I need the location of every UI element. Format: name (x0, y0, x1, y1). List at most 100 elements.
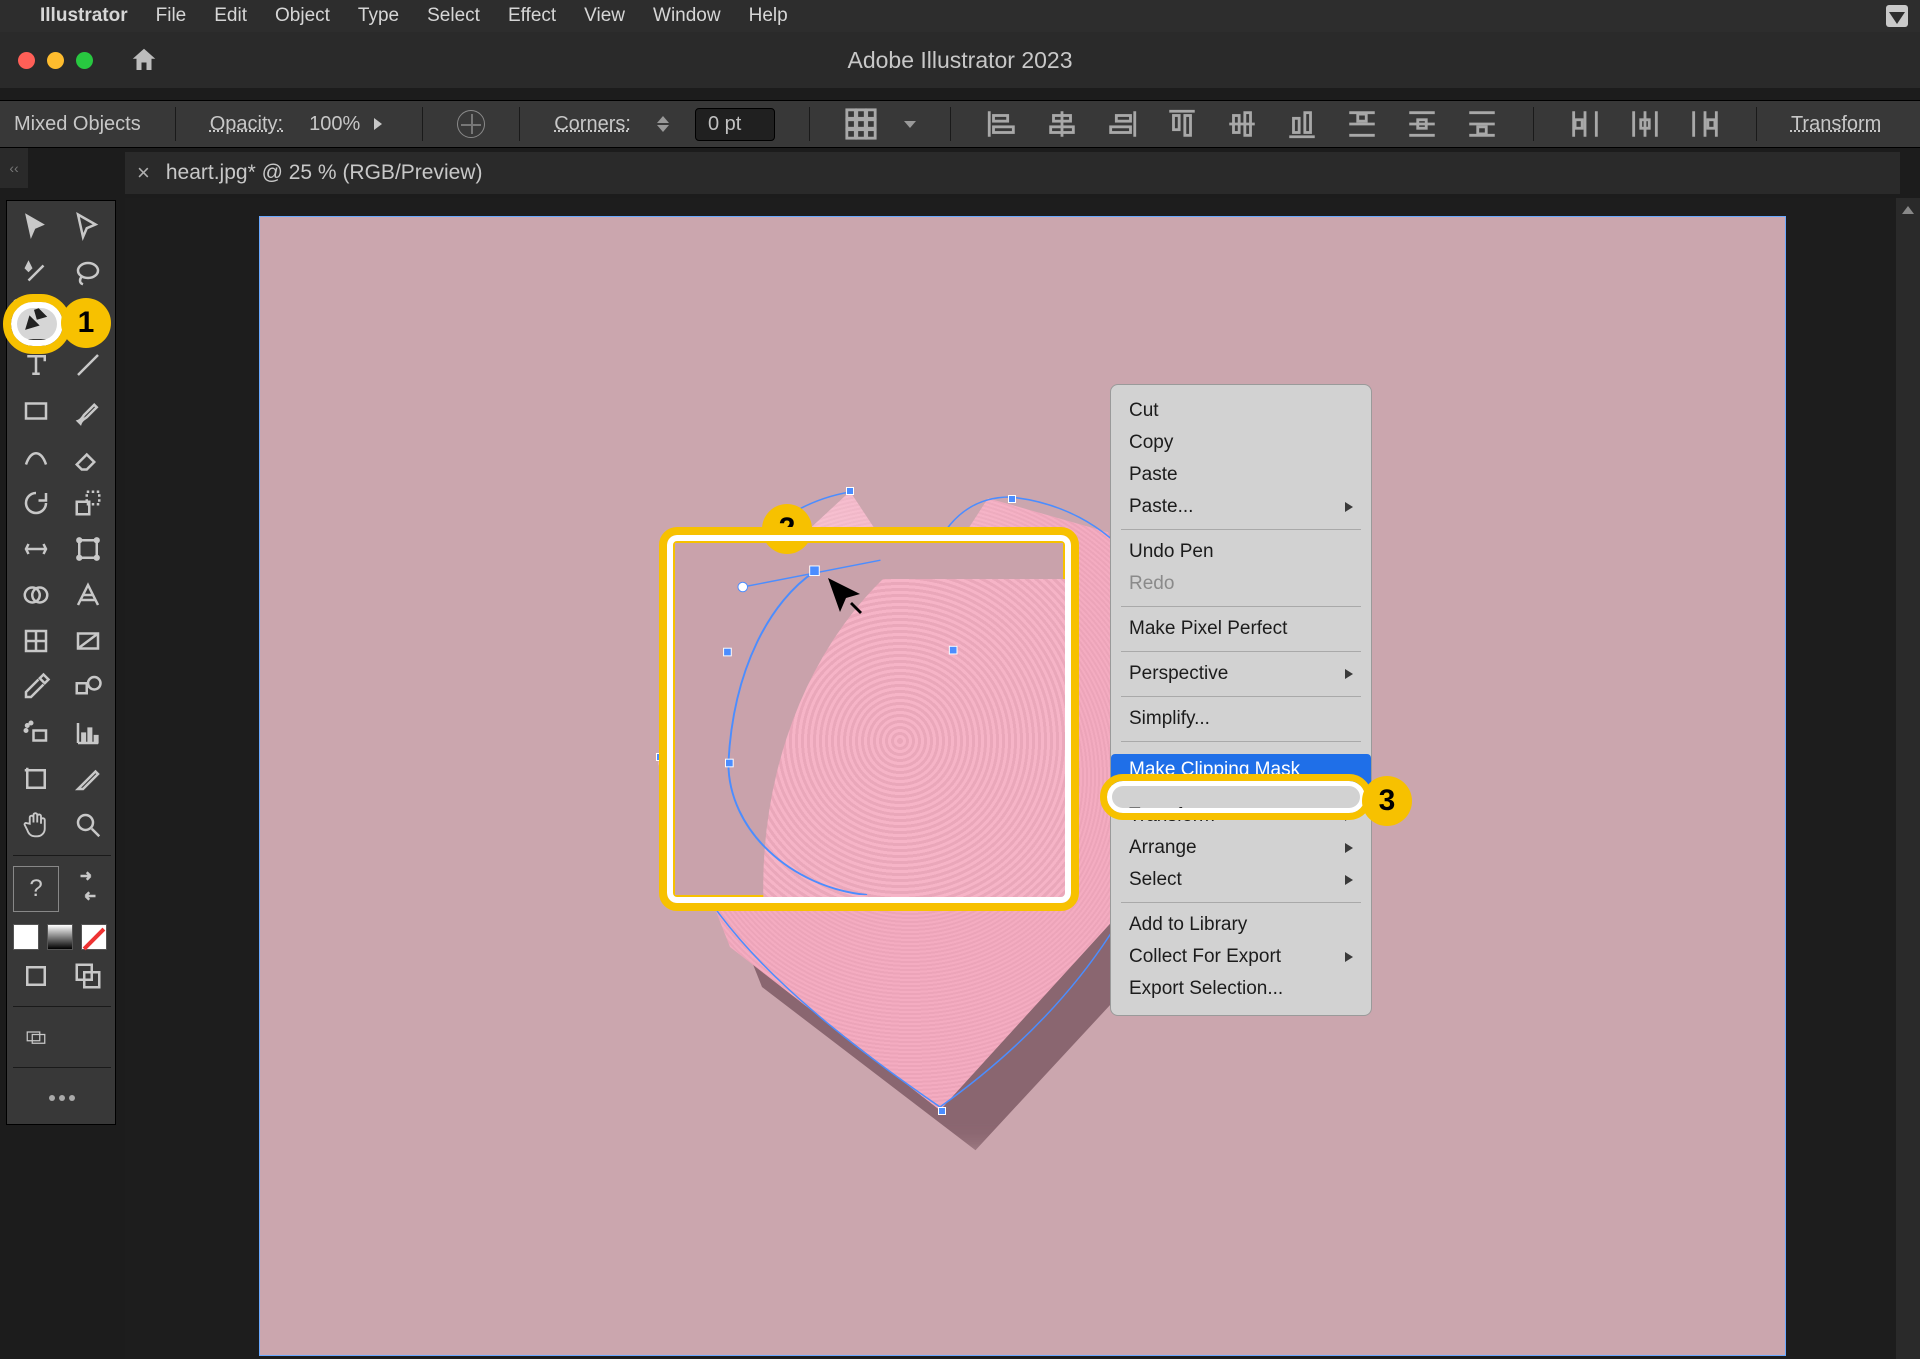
align-bottom-icon[interactable] (1285, 107, 1319, 141)
menu-view[interactable]: View (584, 5, 625, 27)
direct-selection-tool[interactable] (65, 207, 111, 247)
line-tool[interactable] (65, 345, 111, 385)
callout-badge-3: 3 (1362, 776, 1412, 826)
ctx-simplify[interactable]: Simplify... (1111, 703, 1371, 735)
align-hcenter-icon[interactable] (1045, 107, 1079, 141)
anchor-point[interactable] (846, 487, 854, 495)
chevron-right-icon (1345, 843, 1353, 853)
screen-mode-icon[interactable] (13, 1017, 59, 1057)
hand-tool[interactable] (13, 805, 59, 845)
gradient-tool[interactable] (65, 621, 111, 661)
ctx-select[interactable]: Select (1111, 864, 1371, 896)
ctx-paste[interactable]: Paste (1111, 459, 1371, 491)
ctx-redo: Redo (1111, 568, 1371, 600)
perspective-grid-tool[interactable] (65, 575, 111, 615)
paintbrush-tool[interactable] (65, 391, 111, 431)
menu-effect[interactable]: Effect (508, 5, 556, 27)
fullscreen-window-button[interactable] (76, 52, 93, 69)
swap-fill-stroke-icon[interactable] (65, 866, 111, 906)
zoom-tool[interactable] (65, 805, 111, 845)
menu-window[interactable]: Window (653, 5, 721, 27)
corners-label[interactable]: Corners: (554, 113, 631, 136)
artboard-tool[interactable] (13, 759, 59, 799)
ctx-undo[interactable]: Undo Pen (1111, 536, 1371, 568)
ctx-collect-for-export[interactable]: Collect For Export (1111, 941, 1371, 973)
slice-tool[interactable] (65, 759, 111, 799)
traffic-lights (0, 52, 93, 69)
separator (175, 107, 176, 141)
corners-field[interactable]: 0 pt (695, 108, 775, 141)
symbol-sprayer-tool[interactable] (13, 713, 59, 753)
rectangle-tool[interactable] (13, 391, 59, 431)
app-name[interactable]: Illustrator (40, 5, 128, 27)
lasso-tool[interactable] (65, 253, 111, 293)
align-vcenter-icon[interactable] (1225, 107, 1259, 141)
minimize-window-button[interactable] (47, 52, 64, 69)
ctx-paste-sub[interactable]: Paste... (1111, 491, 1371, 523)
edit-toolbar-button[interactable] (13, 1078, 111, 1118)
width-tool[interactable] (13, 529, 59, 569)
menu-type[interactable]: Type (358, 5, 399, 27)
expand-panel-icon[interactable] (1902, 206, 1914, 214)
corners-spinner[interactable] (657, 116, 669, 132)
ctx-arrange[interactable]: Arrange (1111, 832, 1371, 864)
anchor-point[interactable] (1008, 495, 1016, 503)
anchor-point[interactable] (938, 1107, 946, 1115)
recolor-artwork-icon[interactable] (457, 110, 485, 138)
distribute-left-icon[interactable] (1568, 107, 1602, 141)
none-swatch[interactable] (81, 924, 107, 950)
draw-behind-icon[interactable] (65, 956, 111, 996)
fill-stroke-swatch[interactable]: ? (13, 866, 59, 912)
close-tab-button[interactable]: × (137, 160, 150, 186)
menu-file[interactable]: File (156, 5, 187, 27)
eyedropper-tool[interactable] (13, 667, 59, 707)
ctx-pixel-perfect[interactable]: Make Pixel Perfect (1111, 613, 1371, 645)
transform-panel-link[interactable]: Transform (1791, 113, 1881, 136)
ctx-export-selection[interactable]: Export Selection... (1111, 973, 1371, 1005)
mesh-tool[interactable] (13, 621, 59, 661)
distribute-top-icon[interactable] (1345, 107, 1379, 141)
separator (422, 107, 423, 141)
ctx-cut[interactable]: Cut (1111, 395, 1371, 427)
align-right-icon[interactable] (1105, 107, 1139, 141)
magic-wand-tool[interactable] (13, 253, 59, 293)
draw-normal-icon[interactable] (13, 956, 59, 996)
menubar-right-icon[interactable] (1886, 5, 1908, 27)
selection-tool[interactable] (13, 207, 59, 247)
distribute-bottom-icon[interactable] (1465, 107, 1499, 141)
distribute-vcenter-icon[interactable] (1405, 107, 1439, 141)
scale-tool[interactable] (65, 483, 111, 523)
opacity-value-text: 100% (309, 113, 360, 136)
align-top-icon[interactable] (1165, 107, 1199, 141)
fill-color-swatch[interactable] (13, 924, 39, 950)
shaper-tool[interactable] (13, 437, 59, 477)
ctx-copy[interactable]: Copy (1111, 427, 1371, 459)
ctx-add-to-library[interactable]: Add to Library (1111, 909, 1371, 941)
opacity-label[interactable]: Opacity: (210, 113, 283, 136)
menu-object[interactable]: Object (275, 5, 330, 27)
rotate-tool[interactable] (13, 483, 59, 523)
close-window-button[interactable] (18, 52, 35, 69)
free-transform-tool[interactable] (65, 529, 111, 569)
document-tab-label[interactable]: heart.jpg* @ 25 % (RGB/Preview) (166, 161, 483, 185)
align-left-icon[interactable] (985, 107, 1019, 141)
align-to-selection-icon[interactable] (844, 107, 878, 141)
blend-tool[interactable] (65, 667, 111, 707)
window-title: Adobe Illustrator 2023 (847, 47, 1072, 74)
gradient-swatch[interactable] (47, 924, 73, 950)
opacity-value[interactable]: 100% (309, 113, 388, 136)
align-dropdown-icon[interactable] (904, 121, 916, 128)
menu-help[interactable]: Help (749, 5, 788, 27)
distribute-hcenter-icon[interactable] (1628, 107, 1662, 141)
home-button[interactable] (125, 41, 163, 79)
options-bar: Mixed Objects Opacity: 100% Corners: 0 p… (0, 100, 1920, 148)
menu-select[interactable]: Select (427, 5, 480, 27)
right-panel-dock[interactable] (1896, 198, 1920, 1359)
eraser-tool[interactable] (65, 437, 111, 477)
menu-edit[interactable]: Edit (214, 5, 247, 27)
ctx-perspective[interactable]: Perspective (1111, 658, 1371, 690)
graph-tool[interactable] (65, 713, 111, 753)
shape-builder-tool[interactable] (13, 575, 59, 615)
distribute-right-icon[interactable] (1688, 107, 1722, 141)
panel-dock-collapse-icon[interactable]: ‹‹ (0, 148, 28, 188)
